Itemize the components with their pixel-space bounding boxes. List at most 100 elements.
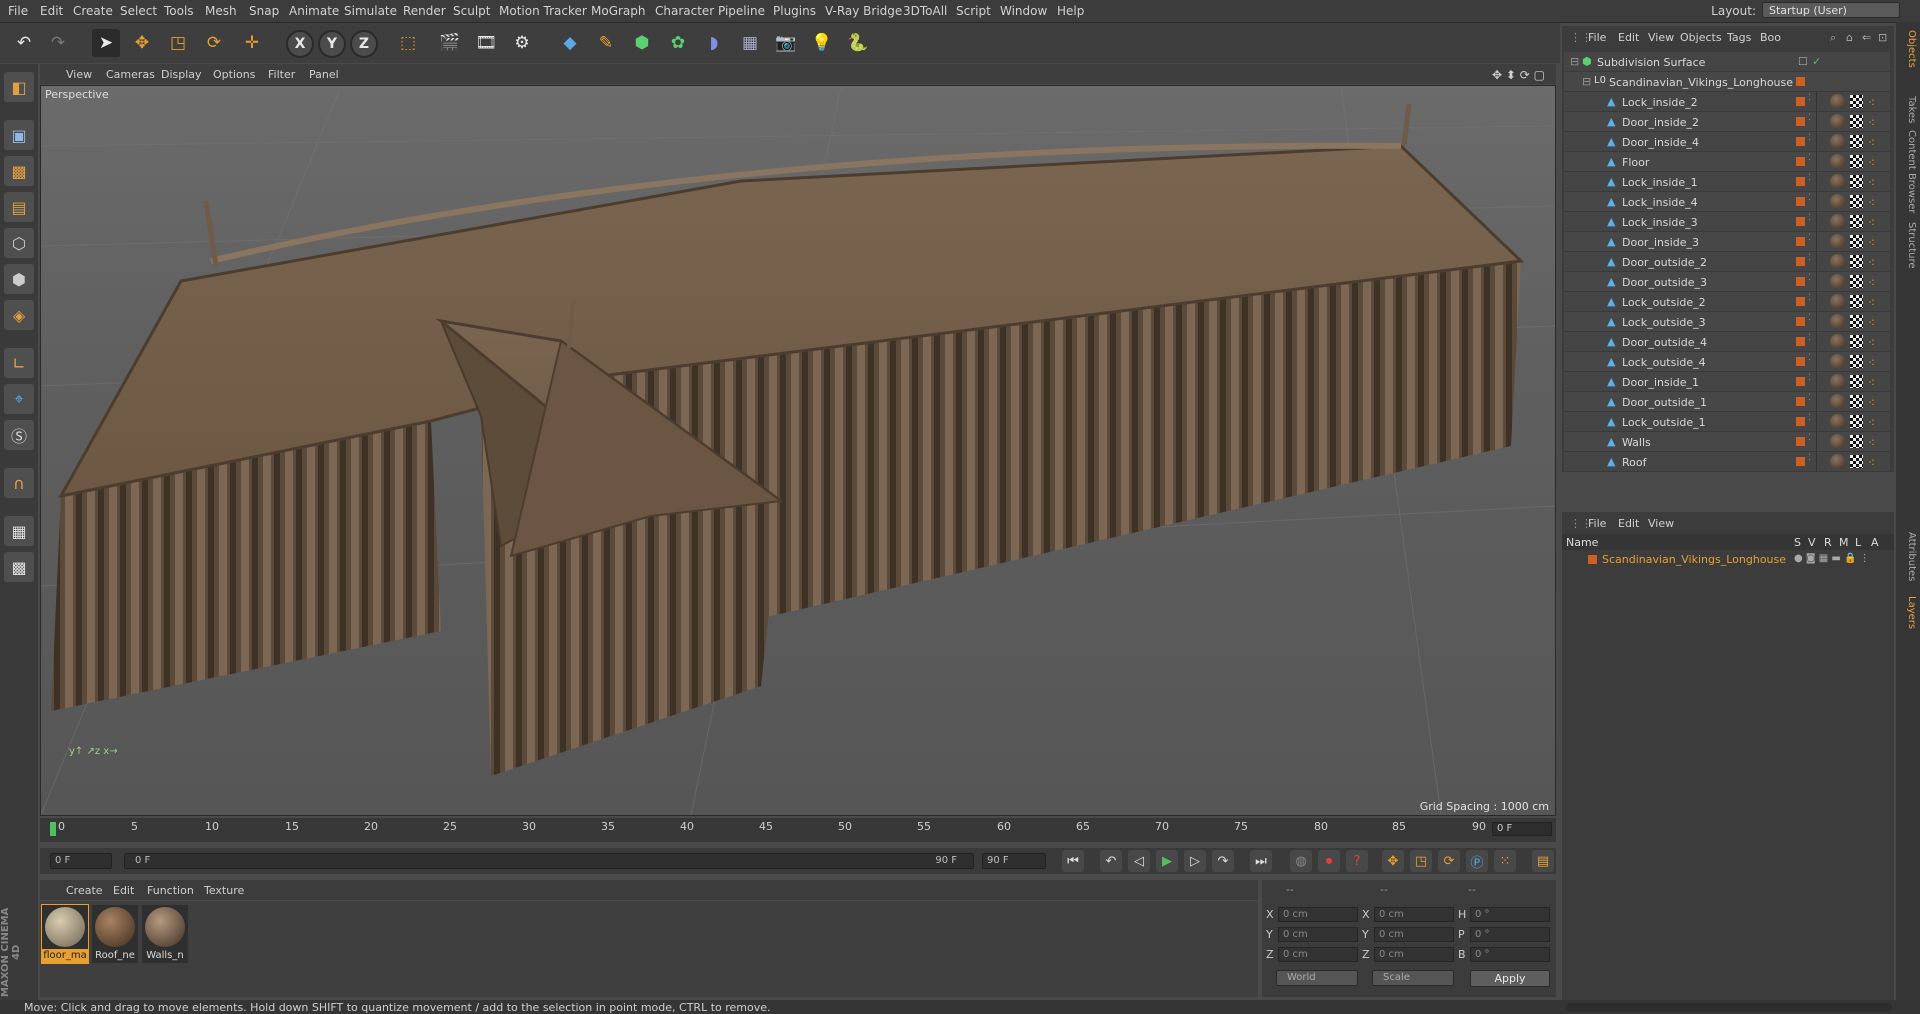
uvw-tag-icon[interactable]	[1850, 255, 1863, 268]
layer-color-icon[interactable]	[1796, 117, 1805, 126]
object-row[interactable]: ▲ Lock_outside_1 ⁚ ⁖	[1564, 412, 1890, 432]
layer-color-icon[interactable]	[1796, 437, 1805, 446]
position-y-field[interactable]: 0 cm	[1278, 927, 1358, 942]
layer-menu-file[interactable]: File	[1588, 517, 1606, 530]
motion-record-icon[interactable]: ◍	[1290, 850, 1312, 872]
object-row[interactable]: ▲ Door_inside_2 ⁚ ⁖	[1564, 112, 1890, 132]
material-swatch[interactable]: Roof_ne	[92, 905, 138, 963]
visibility-dots-icon[interactable]: ⁚	[1808, 353, 1811, 363]
floor-icon[interactable]: ▦	[736, 29, 764, 57]
visibility-dots-icon[interactable]: ⁚	[1808, 273, 1811, 283]
layer-color-icon[interactable]	[1796, 457, 1805, 466]
object-row[interactable]: ▲ Roof ⁚ ⁖	[1564, 452, 1890, 472]
light-icon[interactable]: 💡	[808, 29, 836, 57]
tag-icon[interactable]: ⁖	[1868, 396, 1875, 410]
live-selection-icon[interactable]: ➤	[92, 29, 120, 57]
object-row[interactable]: ▲ Door_inside_4 ⁚ ⁖	[1564, 132, 1890, 152]
material-tag-icon[interactable]	[1830, 394, 1845, 409]
next-frame-icon[interactable]: ▷	[1184, 850, 1206, 872]
object-row[interactable]: ▲ Walls ⁚ ⁖	[1564, 432, 1890, 452]
tag-icon[interactable]: ⁖	[1868, 96, 1875, 110]
menu-help[interactable]: Help	[1057, 4, 1084, 18]
material-tag-icon[interactable]	[1830, 434, 1845, 449]
uvw-tag-icon[interactable]	[1850, 355, 1863, 368]
magnet-icon[interactable]: ∩	[4, 468, 34, 498]
material-tag-icon[interactable]	[1830, 274, 1845, 289]
object-row[interactable]: ▲ Door_outside_2 ⁚ ⁖	[1564, 252, 1890, 272]
key-position-icon[interactable]: ✥	[1382, 850, 1404, 872]
apply-button[interactable]: Apply	[1470, 970, 1550, 987]
move-icon[interactable]: ✥	[128, 29, 156, 57]
object-row[interactable]: ▲ Door_outside_1 ⁚ ⁖	[1564, 392, 1890, 412]
tag-icon[interactable]: ⁖	[1868, 436, 1875, 450]
polygons-mode-icon[interactable]: ◈	[4, 300, 34, 330]
layer-color-icon[interactable]	[1796, 197, 1805, 206]
layout-select[interactable]: Startup (User)	[1762, 2, 1900, 18]
rotation-b-field[interactable]: 0 °	[1470, 947, 1550, 962]
layer-color-icon[interactable]	[1796, 337, 1805, 346]
tag-icon[interactable]: ⁖	[1868, 276, 1875, 290]
uvw-tag-icon[interactable]	[1850, 435, 1863, 448]
viewport-nav-icons[interactable]: ✥ ⬍ ⟳ ▢	[1492, 68, 1545, 82]
play-icon[interactable]: ▶	[1156, 850, 1178, 872]
texture-mode-icon[interactable]: ▩	[4, 156, 34, 186]
tab-objects[interactable]: Objects	[1899, 30, 1917, 68]
key-pla-icon[interactable]: ⁙	[1494, 850, 1516, 872]
next-key-icon[interactable]: ↷	[1212, 850, 1234, 872]
material-menu-texture[interactable]: Texture	[204, 884, 244, 897]
edges-mode-icon[interactable]: ⬢	[4, 264, 34, 294]
viewport-menu-filter[interactable]: Filter	[268, 68, 295, 81]
menu-select[interactable]: Select	[120, 4, 157, 18]
scale-icon[interactable]: ◳	[164, 29, 192, 57]
layer-color-icon[interactable]	[1796, 317, 1805, 326]
obj-menu-objects[interactable]: Objects	[1680, 31, 1722, 44]
tag-icon[interactable]: ⁖	[1868, 376, 1875, 390]
position-z-field[interactable]: 0 cm	[1278, 947, 1358, 962]
coord-mode-select[interactable]: World	[1276, 970, 1358, 986]
tag-icon[interactable]: ⁖	[1868, 356, 1875, 370]
array-icon[interactable]: ✿	[664, 29, 692, 57]
uvw-tag-icon[interactable]	[1850, 175, 1863, 188]
layer-row[interactable]: Scandinavian_Vikings_Longhouse ● ◙ ▦ ▬ 🔒…	[1562, 551, 1894, 569]
layer-color-icon[interactable]	[1796, 177, 1805, 186]
uvw-tag-icon[interactable]	[1850, 455, 1863, 468]
material-tag-icon[interactable]	[1830, 154, 1845, 169]
visibility-dots-icon[interactable]: ⁚	[1808, 293, 1811, 303]
subdivision-icon[interactable]: ⬢	[628, 29, 656, 57]
uvw-tag-icon[interactable]	[1850, 415, 1863, 428]
autokey-icon[interactable]: ?	[1346, 850, 1368, 872]
visibility-dots-icon[interactable]: ⁚	[1808, 373, 1811, 383]
object-row[interactable]: ▲ Lock_outside_3 ⁚ ⁖	[1564, 312, 1890, 332]
checkbox-icon[interactable]: ☐	[1798, 55, 1808, 68]
material-tag-icon[interactable]	[1830, 414, 1845, 429]
visibility-dots-icon[interactable]: ⁚	[1808, 393, 1811, 403]
uvw-tag-icon[interactable]	[1850, 215, 1863, 228]
menu-window[interactable]: Window	[1000, 4, 1047, 18]
workplane-icon[interactable]: ▤	[4, 192, 34, 222]
tab-takes[interactable]: Takes	[1899, 96, 1917, 123]
tab-structure[interactable]: Structure	[1899, 222, 1917, 269]
object-row[interactable]: ▲ Door_outside_3 ⁚ ⁖	[1564, 272, 1890, 292]
python-icon[interactable]: 🐍	[844, 29, 872, 57]
rotation-h-field[interactable]: 0 °	[1470, 907, 1550, 922]
tab-layers[interactable]: Layers	[1899, 596, 1917, 629]
axis-y-button[interactable]: Y	[318, 30, 346, 58]
material-menu-function[interactable]: Function	[147, 884, 194, 897]
axis-z-button[interactable]: Z	[350, 30, 378, 58]
menu-sculpt[interactable]: Sculpt	[453, 4, 490, 18]
coord-scale-select[interactable]: Scale	[1372, 970, 1454, 986]
collapse-icon[interactable]: ⊟	[1582, 75, 1591, 88]
axis-x-button[interactable]: X	[286, 30, 314, 58]
make-editable-icon[interactable]: ◧	[4, 72, 34, 102]
tab-attributes[interactable]: Attributes	[1899, 532, 1917, 581]
size-y-field[interactable]: 0 cm	[1374, 927, 1454, 942]
redo-icon[interactable]: ↷	[44, 29, 72, 57]
new-window-icon[interactable]: ⊡	[1878, 31, 1887, 44]
layer-color-icon[interactable]	[1796, 77, 1805, 86]
prev-frame-icon[interactable]: ◁	[1128, 850, 1150, 872]
tag-icon[interactable]: ⁖	[1868, 116, 1875, 130]
arrow-icon[interactable]: ⇐	[1862, 31, 1871, 44]
uvw-tag-icon[interactable]	[1850, 235, 1863, 248]
search-icon[interactable]: ⌕	[1830, 31, 1836, 45]
material-tag-icon[interactable]	[1830, 254, 1845, 269]
